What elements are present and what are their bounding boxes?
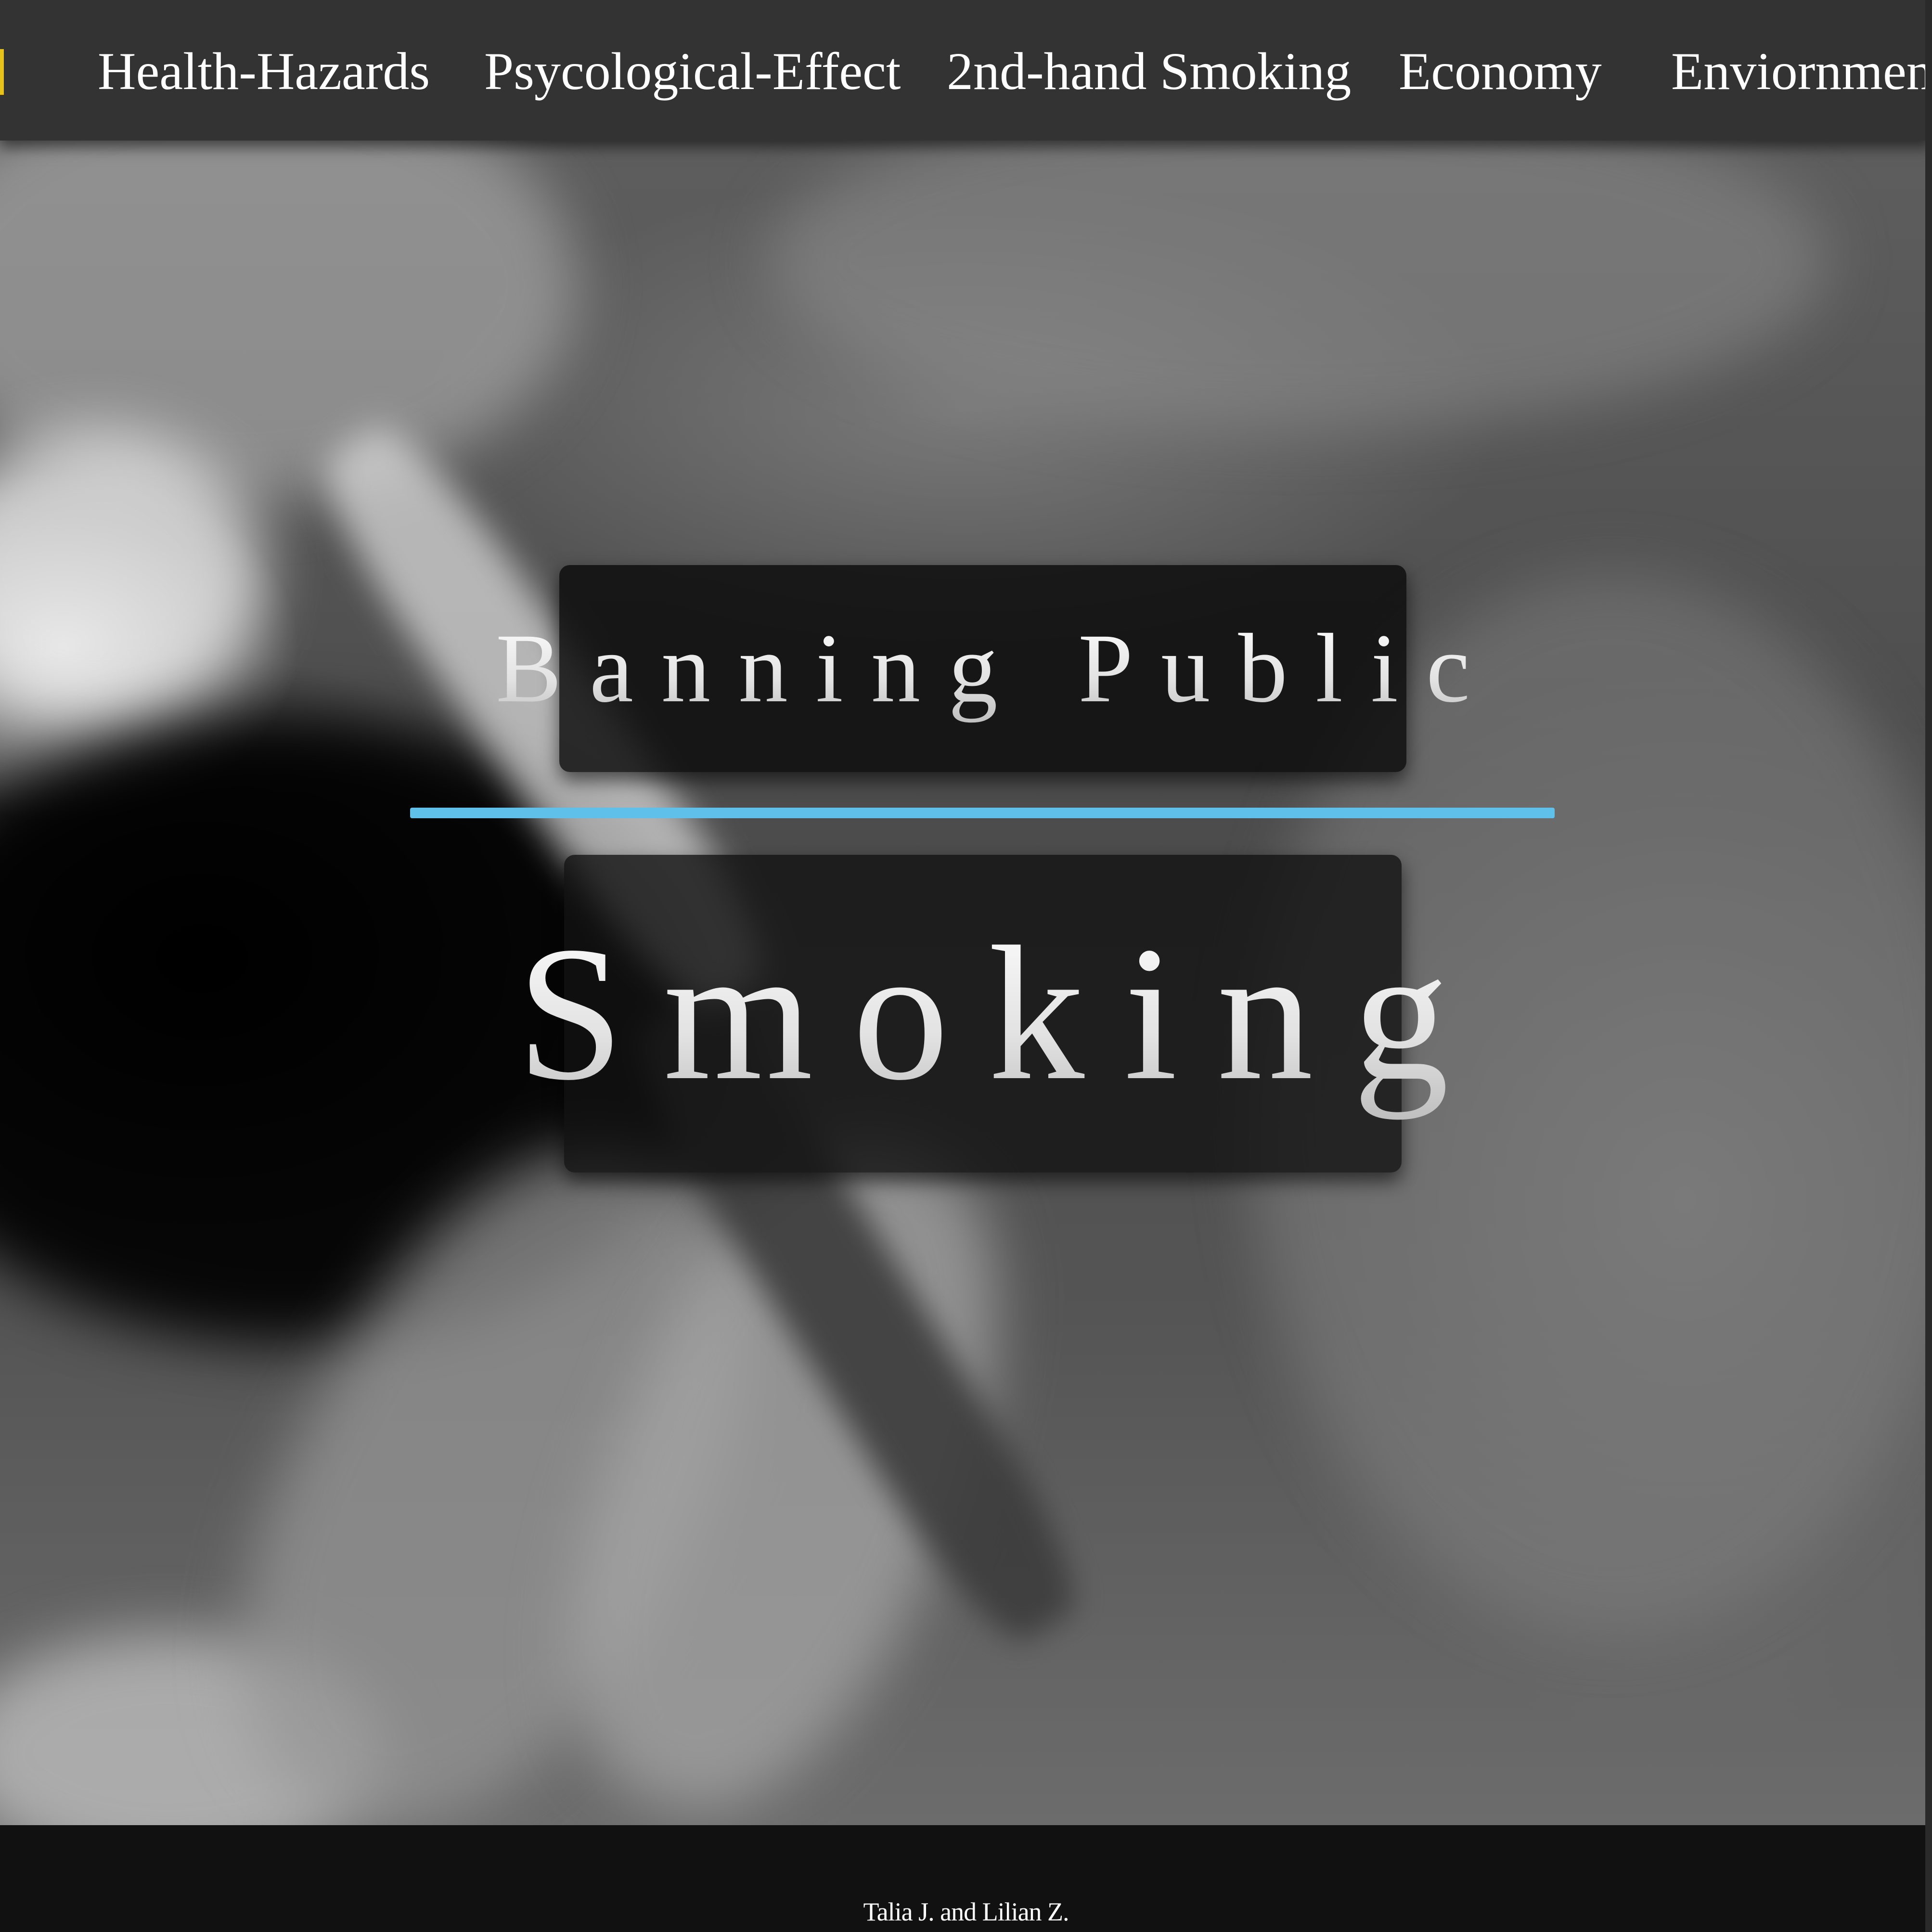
hero-title-line2: Smoking [517, 903, 1489, 1124]
page: Health-Hazards Psycological-Effect 2nd-h… [0, 0, 1932, 1932]
hero-title-divider [410, 808, 1555, 818]
page-footer: Talia J. and Lilian Z. [0, 1825, 1932, 1932]
nav-active-marker [0, 49, 4, 95]
nav-link-2nd-hand-smoking[interactable]: 2nd-hand Smoking [947, 38, 1351, 105]
hero-section: Banning Public Smoking [0, 141, 1932, 1825]
nav-link-economy[interactable]: Economy [1399, 38, 1602, 105]
hero-title-box-top: Banning Public [496, 565, 1470, 772]
hero-title-line1: Banning Public [496, 612, 1498, 725]
nav-link-psycological-effect[interactable]: Psycological-Effect [484, 38, 901, 105]
scrollbar-edge[interactable] [1925, 0, 1932, 1932]
nav-link-enviornment[interactable]: Enviornment [1671, 38, 1932, 105]
nav-link-health-hazards[interactable]: Health-Hazards [98, 38, 430, 105]
hero-title-box-bottom: Smoking [517, 855, 1449, 1172]
footer-credit: Talia J. and Lilian Z. [863, 1897, 1069, 1926]
top-navigation-bar: Health-Hazards Psycological-Effect 2nd-h… [0, 0, 1932, 141]
